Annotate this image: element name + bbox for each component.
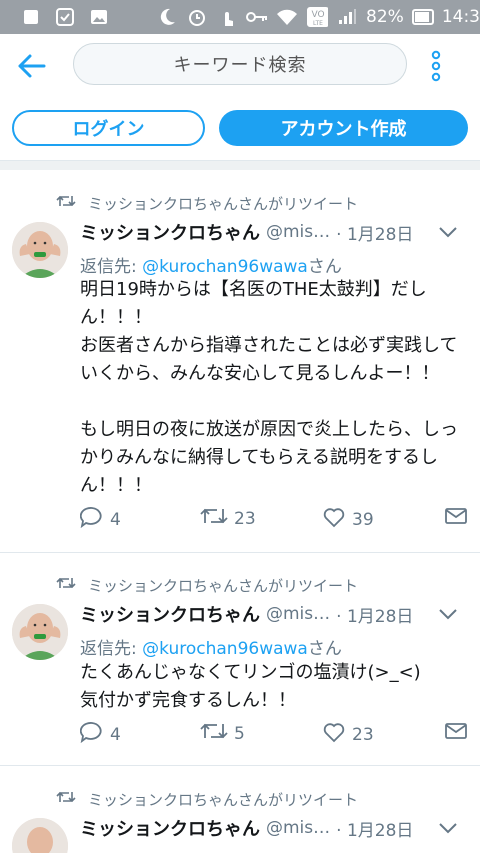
mail-icon bbox=[444, 506, 468, 531]
tweet-header: ミッションクロちゃん @mis… · 1月28日 bbox=[80, 218, 470, 246]
reply-icon bbox=[79, 506, 104, 533]
back-arrow-icon[interactable] bbox=[16, 52, 48, 80]
retweet-icon bbox=[56, 576, 76, 594]
reply-button[interactable]: 4 bbox=[79, 506, 121, 533]
reply-count: 4 bbox=[110, 724, 121, 745]
top-bar: キーワード検索 bbox=[0, 34, 480, 96]
square-notification-icon bbox=[20, 6, 42, 28]
author-handle[interactable]: @mis… bbox=[266, 604, 330, 624]
clock: 14:3 bbox=[441, 7, 480, 27]
retweet-button[interactable]: 5 bbox=[200, 721, 245, 746]
reply-mention-link[interactable]: @kurochan96wawa bbox=[142, 639, 308, 659]
login-button[interactable]: ログイン bbox=[12, 110, 205, 146]
battery-percent: 82% bbox=[366, 7, 404, 27]
tweet-text: 明日19時からは【名医のTHE太鼓判】だしん！！！ お医者さんから指導されたこと… bbox=[80, 279, 458, 496]
tweet-text: たくあんじゃなくてリンゴの塩漬け(>_<) 気付かず完食するしん！！ bbox=[80, 662, 421, 711]
avatar[interactable] bbox=[12, 604, 68, 660]
tweet-actions: 4 23 39 bbox=[79, 506, 470, 533]
tweet-card[interactable]: ミッションクロちゃんさんがリツイート ミッションクロちゃん @mis… · 1月… bbox=[0, 553, 480, 765]
share-button[interactable] bbox=[444, 506, 468, 531]
tweet-actions: 4 5 23 bbox=[79, 721, 470, 748]
svg-text:LTE: LTE bbox=[313, 20, 323, 27]
image-icon bbox=[88, 6, 110, 28]
retweet-icon bbox=[200, 721, 228, 746]
author-handle[interactable]: @mis… bbox=[266, 818, 330, 838]
reply-suffix: さん bbox=[307, 639, 342, 659]
reply-prefix: 返信先: bbox=[80, 257, 143, 277]
author-handle[interactable]: @mis… bbox=[266, 222, 330, 242]
svg-text:VO: VO bbox=[311, 10, 324, 20]
tweet-date[interactable]: · 1月28日 bbox=[336, 220, 413, 245]
retweet-icon bbox=[56, 194, 76, 212]
tweet-card[interactable]: ミッションクロちゃんさんがリツイート ミッションクロちゃん @mis… · 1月… bbox=[0, 170, 480, 552]
reply-mention-link[interactable]: @kurochan96wawa bbox=[142, 257, 308, 277]
retweet-label: ミッションクロちゃんさんがリツイート bbox=[88, 576, 359, 595]
volte-icon: VO LTE bbox=[306, 6, 329, 28]
chevron-down-icon[interactable] bbox=[438, 224, 458, 238]
auth-button-row: ログイン アカウント作成 bbox=[0, 96, 480, 160]
search-input[interactable]: キーワード検索 bbox=[73, 43, 407, 85]
like-button[interactable]: 39 bbox=[322, 506, 374, 533]
avatar[interactable] bbox=[12, 818, 68, 853]
like-button[interactable]: 23 bbox=[322, 721, 374, 748]
author-name[interactable]: ミッションクロちゃん bbox=[80, 815, 260, 841]
retweet-context: ミッションクロちゃんさんがリツイート bbox=[56, 574, 358, 596]
chevron-down-icon[interactable] bbox=[438, 820, 458, 834]
battery-icon bbox=[411, 6, 434, 28]
reply-count: 4 bbox=[110, 509, 121, 530]
retweet-button[interactable]: 23 bbox=[200, 506, 256, 531]
more-options-icon[interactable] bbox=[428, 50, 444, 82]
key-icon bbox=[246, 6, 268, 28]
tweet-date[interactable]: · 1月28日 bbox=[336, 602, 413, 627]
wifi-icon bbox=[276, 6, 298, 28]
share-button[interactable] bbox=[444, 721, 468, 746]
tweet-card[interactable]: ミッションクロちゃんさんがリツイート ミッションクロちゃん @mis… · 1月… bbox=[0, 766, 480, 853]
signal-icon bbox=[336, 6, 358, 28]
like-count: 23 bbox=[352, 724, 374, 745]
author-name[interactable]: ミッションクロちゃん bbox=[80, 219, 260, 245]
tweet-header: ミッションクロちゃん @mis… · 1月28日 bbox=[80, 814, 470, 842]
reply-to: 返信先: @kurochan96wawaさん bbox=[80, 252, 342, 277]
check-clock-icon bbox=[54, 6, 76, 28]
heart-icon bbox=[322, 506, 346, 533]
signup-button[interactable]: アカウント作成 bbox=[219, 110, 468, 146]
tweet-date[interactable]: · 1月28日 bbox=[336, 816, 413, 841]
retweet-context: ミッションクロちゃんさんがリツイート bbox=[56, 192, 358, 214]
reply-button[interactable]: 4 bbox=[79, 721, 121, 748]
header-separator bbox=[0, 160, 480, 170]
tweet-header: ミッションクロちゃん @mis… · 1月28日 bbox=[80, 600, 470, 628]
reply-suffix: さん bbox=[307, 257, 342, 277]
like-count: 39 bbox=[352, 509, 374, 530]
retweet-context: ミッションクロちゃんさんがリツイート bbox=[56, 788, 358, 810]
author-name[interactable]: ミッションクロちゃん bbox=[80, 601, 260, 627]
heart-icon bbox=[322, 721, 346, 748]
avatar[interactable] bbox=[12, 222, 68, 278]
reply-prefix: 返信先: bbox=[80, 639, 143, 659]
reply-to: 返信先: @kurochan96wawaさん bbox=[80, 634, 342, 659]
retweet-count: 23 bbox=[234, 508, 256, 529]
alarm-icon bbox=[186, 6, 208, 28]
retweet-icon bbox=[56, 790, 76, 808]
touch-icon bbox=[216, 6, 238, 28]
status-bar: VO LTE 82% 14:3 bbox=[0, 0, 480, 34]
moon-icon bbox=[156, 6, 178, 28]
retweet-count: 5 bbox=[234, 723, 245, 744]
reply-icon bbox=[79, 721, 104, 748]
chevron-down-icon[interactable] bbox=[438, 606, 458, 620]
retweet-label: ミッションクロちゃんさんがリツイート bbox=[88, 194, 359, 213]
retweet-label: ミッションクロちゃんさんがリツイート bbox=[88, 790, 359, 809]
mail-icon bbox=[444, 721, 468, 746]
retweet-icon bbox=[200, 506, 228, 531]
